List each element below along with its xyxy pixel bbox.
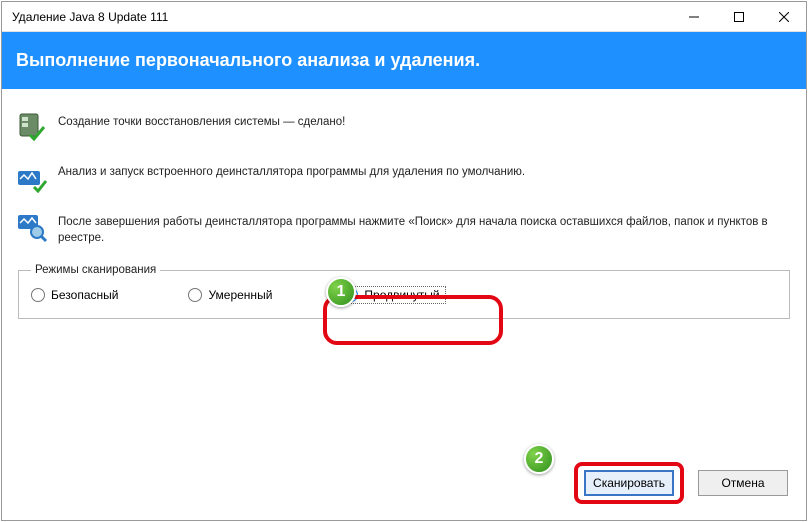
radio-safe-label: Безопасный: [51, 288, 118, 302]
banner: Выполнение первоначального анализа и уда…: [2, 32, 806, 89]
search-icon: [16, 211, 48, 243]
window-title: Удаление Java 8 Update 111: [2, 10, 671, 24]
radio-advanced-label: Продвинутый: [364, 288, 439, 302]
scan-button[interactable]: Сканировать: [584, 470, 674, 496]
radio-moderate-label: Умеренный: [208, 288, 272, 302]
scan-button-highlight: Сканировать: [574, 462, 684, 504]
titlebar: Удаление Java 8 Update 111: [2, 2, 806, 32]
radio-advanced[interactable]: Продвинутый: [342, 286, 445, 304]
analyze-icon: [16, 161, 48, 193]
scan-modes-radios: Безопасный Умеренный Продвинутый: [31, 286, 777, 304]
scan-modes-group: Режимы сканирования Безопасный Умеренный…: [18, 264, 790, 319]
window-controls: [671, 3, 806, 31]
maximize-button[interactable]: [716, 3, 761, 31]
minimize-icon: [689, 12, 699, 22]
close-button[interactable]: [761, 3, 806, 31]
content-area: Создание точки восстановления системы — …: [2, 89, 806, 319]
button-bar: Сканировать Отмена: [574, 462, 788, 504]
app-window: Удаление Java 8 Update 111 Выполнение пе…: [1, 1, 807, 521]
radio-moderate-input[interactable]: [188, 288, 202, 302]
annotation-badge-1: 1: [326, 277, 356, 307]
radio-safe[interactable]: Безопасный: [31, 288, 118, 302]
minimize-button[interactable]: [671, 3, 716, 31]
radio-safe-input[interactable]: [31, 288, 45, 302]
step-restore-text: Создание точки восстановления системы — …: [58, 111, 345, 131]
maximize-icon: [734, 12, 744, 22]
step-search-text: После завершения работы деинсталлятора п…: [58, 211, 792, 246]
step-search: После завершения работы деинсталлятора п…: [16, 211, 792, 246]
close-icon: [779, 12, 789, 22]
radio-moderate[interactable]: Умеренный: [188, 288, 272, 302]
cancel-button[interactable]: Отмена: [698, 470, 788, 496]
annotation-badge-2: 2: [524, 444, 554, 474]
step-analyze: Анализ и запуск встроенного деинсталлято…: [16, 161, 792, 193]
step-analyze-text: Анализ и запуск встроенного деинсталлято…: [58, 161, 525, 181]
banner-text: Выполнение первоначального анализа и уда…: [16, 50, 480, 70]
scan-modes-legend: Режимы сканирования: [31, 264, 160, 276]
step-restore: Создание точки восстановления системы — …: [16, 111, 792, 143]
server-check-icon: [16, 111, 48, 143]
